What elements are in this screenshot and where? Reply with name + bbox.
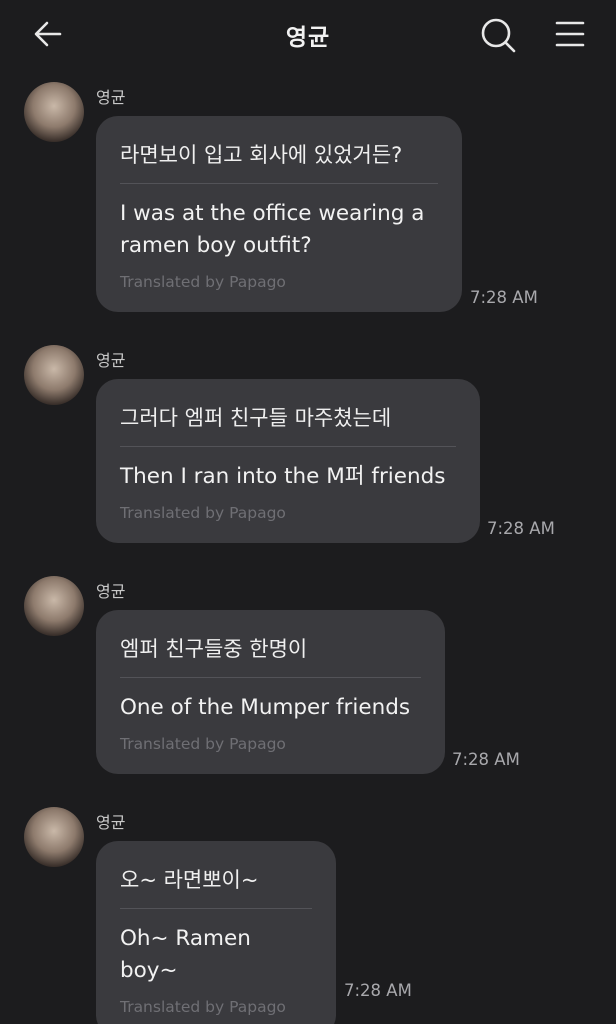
translated-text: Then I ran into the M퍼 friends xyxy=(120,464,446,489)
message-bubble[interactable]: 엠퍼 친구들중 한명이 One of the Mumper friends Tr… xyxy=(96,610,445,774)
message-bubble[interactable]: 오~ 라면뽀이~ Oh~ Ramen boy~ Translated by Pa… xyxy=(96,841,336,1024)
translation-credit: Translated by Papago xyxy=(120,735,286,753)
translation-credit: Translated by Papago xyxy=(120,998,286,1016)
translated-text: I was at the office wearing a ramen boy … xyxy=(120,201,425,258)
chat-header: 영균 xyxy=(0,0,616,70)
chat-title: 영균 xyxy=(285,25,331,51)
message-bubble[interactable]: 그러다 엠퍼 친구들 마주쳤는데 Then I ran into the M퍼 … xyxy=(96,379,480,543)
message-time: 7:28 AM xyxy=(344,981,412,1000)
original-text: 오~ 라면뽀이~ xyxy=(120,841,312,909)
avatar[interactable] xyxy=(24,576,84,636)
avatar[interactable] xyxy=(24,345,84,405)
avatar[interactable] xyxy=(24,82,84,142)
original-text: 라면보이 입고 회사에 있었거든? xyxy=(120,116,438,184)
search-icon[interactable] xyxy=(478,15,518,55)
sender-name: 영균 xyxy=(96,351,126,370)
message-time: 7:28 AM xyxy=(452,750,520,769)
translation-credit: Translated by Papago xyxy=(120,504,286,522)
hamburger-menu-icon[interactable] xyxy=(552,16,588,52)
message-bubble[interactable]: 라면보이 입고 회사에 있었거든? I was at the office we… xyxy=(96,116,462,312)
translated-text: One of the Mumper friends xyxy=(120,695,411,720)
original-text: 엠퍼 친구들중 한명이 xyxy=(120,610,421,678)
avatar[interactable] xyxy=(24,807,84,867)
message-time: 7:28 AM xyxy=(470,288,538,307)
original-text: 그러다 엠퍼 친구들 마주쳤는데 xyxy=(120,379,456,447)
translation-credit: Translated by Papago xyxy=(120,273,286,291)
sender-name: 영균 xyxy=(96,582,126,601)
message-time: 7:28 AM xyxy=(487,519,555,538)
sender-name: 영균 xyxy=(96,88,126,107)
translated-text: Oh~ Ramen boy~ xyxy=(120,926,251,983)
sender-name: 영균 xyxy=(96,813,126,832)
